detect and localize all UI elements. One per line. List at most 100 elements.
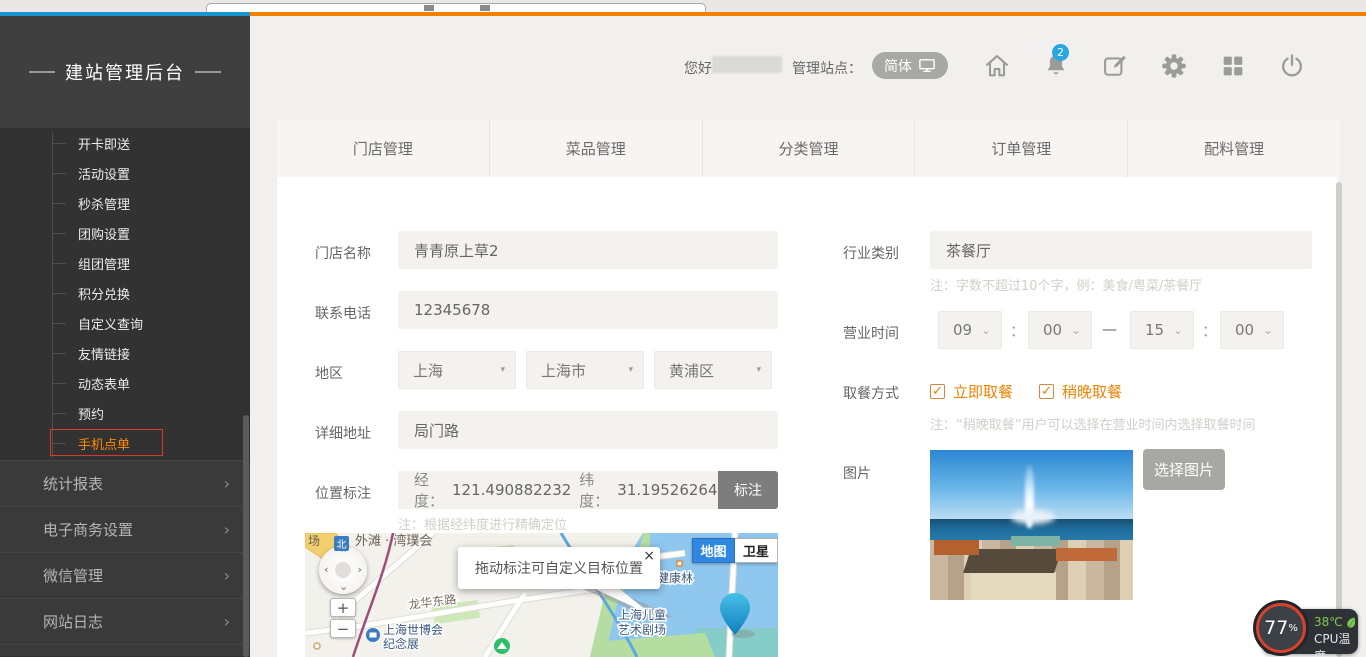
- address-input[interactable]: [398, 411, 778, 449]
- chevron-right-icon: ›: [224, 612, 230, 631]
- checkbox-checked-icon[interactable]: ✓: [930, 384, 945, 399]
- sidebar: 建站管理后台 开卡即送 活动设置 秒杀管理 团购设置 组团管理 积分兑换 自定义…: [0, 16, 250, 657]
- pickup-later-label: 稍晚取餐: [1062, 381, 1122, 402]
- phone-input[interactable]: [398, 291, 778, 329]
- cpu-temp-label: CPU温度: [1314, 631, 1358, 657]
- select-arrow-icon: ▾: [628, 365, 633, 375]
- close-hour-select[interactable]: 15⌄: [1130, 311, 1194, 349]
- location-label: 位置标注: [315, 483, 371, 503]
- store-name-input[interactable]: [398, 231, 778, 269]
- time-dash: —: [1102, 320, 1117, 338]
- browser-icon: [424, 5, 434, 11]
- pan-left-icon[interactable]: ‹: [324, 563, 329, 576]
- sidebar-section-tongji[interactable]: 统计报表›: [0, 460, 250, 506]
- map-label-bund: 外滩 · 湾璞会: [355, 533, 432, 549]
- tabbar: 门店管理 菜品管理 分类管理 订单管理 配料管理: [277, 120, 1340, 177]
- province-select[interactable]: 上海▾: [398, 351, 516, 389]
- monitor-icon: [918, 58, 936, 74]
- select-arrow-icon: ▾: [756, 365, 761, 375]
- time-colon: ：: [1010, 320, 1025, 341]
- tab-dish-mgmt[interactable]: 菜品管理: [490, 120, 703, 177]
- apps-grid-icon[interactable]: [1219, 52, 1247, 80]
- latitude-label: 纬度：: [579, 469, 609, 511]
- zoom-in-button[interactable]: +: [330, 598, 356, 617]
- industry-label: 行业类别: [843, 243, 899, 263]
- chevron-down-icon: ⌄: [981, 323, 991, 337]
- tab-category-mgmt[interactable]: 分类管理: [703, 120, 916, 177]
- zoom-out-button[interactable]: −: [330, 619, 356, 638]
- home-icon[interactable]: [983, 52, 1011, 80]
- cpu-monitor-widget[interactable]: 77% 38℃ CPU温度: [1262, 609, 1358, 654]
- satellite-view-button[interactable]: 卫星: [735, 538, 778, 563]
- district-select[interactable]: 黄浦区▾: [654, 351, 772, 389]
- sidebar-item-huodong[interactable]: 活动设置: [0, 158, 250, 188]
- sidebar-section-partial: [0, 644, 250, 656]
- percent-sign: %: [1288, 623, 1298, 634]
- map-label-expo1: 上海世博会: [383, 622, 443, 637]
- pickup-immediate-label: 立即取餐: [953, 381, 1013, 402]
- hours-label: 营业时间: [843, 323, 899, 343]
- language-switch-button[interactable]: 简体: [872, 52, 948, 79]
- close-minute-select[interactable]: 00⌄: [1220, 311, 1284, 349]
- map-tooltip-text: 拖动标注可自定义目标位置: [475, 558, 643, 578]
- tab-store-mgmt[interactable]: 门店管理: [277, 120, 490, 177]
- sidebar-item-zutuan[interactable]: 组团管理: [0, 248, 250, 278]
- open-minute-select[interactable]: 00⌄: [1028, 311, 1092, 349]
- edit-icon[interactable]: [1101, 52, 1129, 80]
- app-root: 建站管理后台 开卡即送 活动设置 秒杀管理 团购设置 组团管理 积分兑换 自定义…: [0, 0, 1366, 657]
- sidebar-scrollbar[interactable]: [243, 415, 249, 657]
- sidebar-item-yuyue[interactable]: 预约: [0, 398, 250, 428]
- sidebar-item-miaosha[interactable]: 秒杀管理: [0, 188, 250, 218]
- map-label-park: 健康林: [657, 570, 693, 585]
- browser-chrome-sliver: [0, 0, 1366, 12]
- pickup-immediate-checkbox[interactable]: ✓ 立即取餐: [930, 381, 1013, 402]
- industry-input[interactable]: [930, 231, 1312, 269]
- longitude-label: 经度：: [414, 469, 444, 511]
- open-hour-select[interactable]: 09⌄: [938, 311, 1002, 349]
- sidebar-item-kaika[interactable]: 开卡即送: [0, 128, 250, 158]
- tab-order-mgmt[interactable]: 订单管理: [915, 120, 1128, 177]
- gear-icon[interactable]: [1160, 52, 1188, 80]
- map-label-expo2: 纪念展: [383, 636, 419, 651]
- pickup-note: 注：“稍晚取餐”用户可以选择在营业时间内选择取餐时间: [930, 414, 1255, 433]
- chevron-right-icon: ›: [224, 566, 230, 585]
- active-item-highlight-box: [50, 429, 163, 456]
- pickup-later-checkbox[interactable]: ✓ 稍晚取餐: [1039, 381, 1122, 402]
- sidebar-item-zidingyi[interactable]: 自定义查询: [0, 308, 250, 338]
- pan-down-icon[interactable]: ⌄: [339, 580, 348, 593]
- location-field[interactable]: 经度： 121.490882232 纬度： 31.1952626403: [398, 471, 718, 509]
- sidebar-item-youqing[interactable]: 友情链接: [0, 338, 250, 368]
- location-note: 注：根据经纬度进行精确定位: [398, 514, 567, 533]
- address-label: 详细地址: [315, 423, 371, 443]
- logo-dash-right: [195, 71, 221, 73]
- map-widget[interactable]: 场 外滩 · 湾璞会 龙华东路 上海世博会 纪念展 健康林 上海儿童 艺术剧场 …: [305, 533, 778, 657]
- map-view-button[interactable]: 地图: [692, 538, 735, 563]
- map-label-theater2: 艺术剧场: [618, 623, 666, 637]
- sidebar-item-tuangou[interactable]: 团购设置: [0, 218, 250, 248]
- tab-ingredient-mgmt[interactable]: 配料管理: [1128, 120, 1340, 177]
- accent-bar-orange: [250, 12, 1366, 16]
- cpu-usage-percent: 77: [1264, 617, 1288, 639]
- photo-building: [971, 572, 1056, 601]
- cpu-usage-gauge: 77%: [1256, 603, 1306, 653]
- city-select[interactable]: 上海市▾: [526, 351, 644, 389]
- pan-center[interactable]: [335, 562, 351, 578]
- sidebar-item-dongtai[interactable]: 动态表单: [0, 368, 250, 398]
- sidebar-section-dianzishangwu[interactable]: 电子商务设置›: [0, 506, 250, 552]
- sidebar-section-weixin[interactable]: 微信管理›: [0, 552, 250, 598]
- close-icon[interactable]: ×: [643, 548, 655, 564]
- language-label: 简体: [884, 56, 912, 76]
- pickup-options: ✓ 立即取餐 ✓ 稍晚取餐: [930, 381, 1122, 402]
- mark-location-button[interactable]: 标注: [718, 471, 778, 509]
- map-pan-control[interactable]: ⌃ ⌄ ‹ ›: [319, 546, 367, 594]
- content-scrollbar[interactable]: [1336, 182, 1342, 657]
- app-title: 建站管理后台: [65, 59, 185, 85]
- sidebar-item-jifen[interactable]: 积分兑换: [0, 278, 250, 308]
- checkbox-checked-icon[interactable]: ✓: [1039, 384, 1054, 399]
- choose-image-button[interactable]: 选择图片: [1143, 449, 1225, 490]
- power-icon[interactable]: [1278, 52, 1306, 80]
- browser-address-bar[interactable]: [206, 3, 706, 12]
- sidebar-submenu: 开卡即送 活动设置 秒杀管理 团购设置 组团管理 积分兑换 自定义查询 友情链接…: [0, 128, 250, 458]
- pan-right-icon[interactable]: ›: [357, 563, 362, 576]
- sidebar-section-wangzhanrizhi[interactable]: 网站日志›: [0, 598, 250, 644]
